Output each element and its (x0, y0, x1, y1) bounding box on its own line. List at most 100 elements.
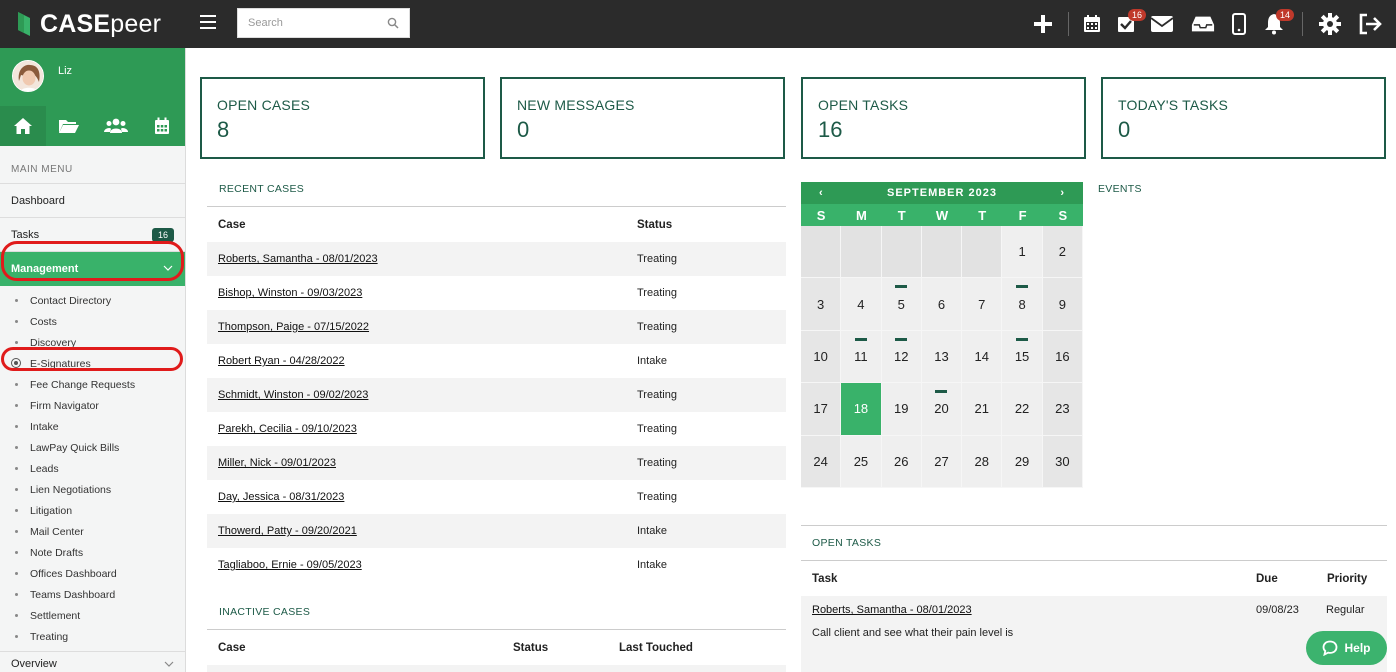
calendar-day[interactable]: 14 (962, 330, 1003, 384)
calendar-day[interactable]: 19 (881, 383, 922, 436)
case-link[interactable]: Parekh, Cecilia - 09/10/2023 (207, 423, 637, 435)
calendar-day[interactable]: 17 (801, 383, 842, 436)
case-status: Treating (637, 389, 677, 401)
calendar-day[interactable]: 26 (881, 435, 922, 488)
calendar-day[interactable]: 15 (1002, 330, 1043, 384)
calendar-day[interactable]: 8 (1002, 278, 1043, 331)
submenu-item-leads[interactable]: Leads (0, 458, 185, 479)
submenu-item-contact-directory[interactable]: Contact Directory (0, 290, 185, 311)
case-status: Treating (637, 287, 677, 299)
calendar-day[interactable]: 1 (1002, 226, 1043, 279)
mobile-icon[interactable] (1227, 12, 1251, 36)
hamburger-menu-icon[interactable] (200, 15, 216, 29)
case-link[interactable]: Bishop, Winston - 09/03/2023 (207, 287, 637, 299)
calendar-day[interactable]: 29 (1002, 435, 1043, 488)
table-row: Roberts, Samantha - 08/01/2023 Treating (207, 242, 786, 276)
column-header-status[interactable]: Status (513, 642, 619, 654)
bell-icon[interactable]: 14 (1262, 9, 1294, 36)
calendar-day[interactable]: 23 (1042, 383, 1083, 436)
gear-icon[interactable] (1318, 12, 1342, 36)
calendar-day[interactable]: 25 (841, 435, 882, 488)
submenu-item-mail-center[interactable]: Mail Center (0, 521, 185, 542)
task-link[interactable]: Roberts, Samantha - 08/01/2023 (812, 604, 972, 616)
sidebar-item-dashboard[interactable]: Dashboard (0, 184, 185, 218)
calendar-day[interactable]: 16 (1042, 330, 1083, 384)
case-link[interactable]: Thompson, Paige - 07/15/2022 (207, 321, 637, 333)
calendar-day[interactable]: 6 (921, 278, 963, 331)
calendar-day[interactable]: 13 (921, 330, 963, 384)
column-header-task[interactable]: Task (801, 573, 1256, 585)
calendar-day[interactable]: 9 (1042, 278, 1083, 331)
submenu-item-fee-change-requests[interactable]: Fee Change Requests (0, 374, 185, 395)
search-icon[interactable] (387, 17, 399, 29)
submenu-item-intake[interactable]: Intake (0, 416, 185, 437)
inbox-icon[interactable] (1191, 12, 1215, 36)
submenu-item-firm-navigator[interactable]: Firm Navigator (0, 395, 185, 416)
column-header-case[interactable]: Case (207, 642, 513, 654)
calendar-nav-icon[interactable] (139, 106, 185, 146)
calendar-day[interactable]: 21 (962, 383, 1003, 436)
search-input[interactable] (238, 9, 378, 37)
case-link[interactable]: Robert Ryan - 04/28/2022 (207, 355, 637, 367)
sidebar-item-overview[interactable]: Overview (0, 651, 185, 672)
folder-icon[interactable] (46, 106, 92, 146)
submenu-item-offices-dashboard[interactable]: Offices Dashboard (0, 563, 185, 584)
submenu-item-teams-dashboard[interactable]: Teams Dashboard (0, 584, 185, 605)
tasks-check-icon[interactable]: 16 (1114, 9, 1146, 36)
case-link[interactable]: Tagliaboo, Ernie - 09/05/2023 (207, 559, 637, 571)
stat-card-open-cases[interactable]: OPEN CASES 8 (200, 77, 485, 159)
calendar-day-number: 20 (934, 401, 949, 417)
stat-card-todays-tasks[interactable]: TODAY'S TASKS 0 (1101, 77, 1386, 159)
case-link[interactable]: Miller, Nick - 09/01/2023 (207, 457, 637, 469)
avatar[interactable] (12, 60, 44, 92)
next-month-button[interactable]: › (1060, 187, 1065, 199)
submenu-item-note-drafts[interactable]: Note Drafts (0, 542, 185, 563)
calendar-day-number: 17 (813, 401, 828, 417)
weekday-label: T (897, 207, 906, 223)
case-link[interactable]: Schmidt, Winston - 09/02/2023 (207, 389, 637, 401)
calendar-day[interactable]: 28 (962, 435, 1003, 488)
case-link[interactable]: Thowerd, Patty - 09/20/2021 (207, 525, 637, 537)
help-button[interactable]: Help (1306, 631, 1387, 665)
column-header-last-touched[interactable]: Last Touched (619, 642, 693, 654)
column-header-priority[interactable]: Priority (1327, 573, 1367, 585)
submenu-item-costs[interactable]: Costs (0, 311, 185, 332)
inactive-cases-title: INACTIVE CASES (219, 606, 311, 618)
submenu-item-lien-negotiations[interactable]: Lien Negotiations (0, 479, 185, 500)
calendar-day[interactable]: 18 (841, 383, 882, 436)
column-header-status[interactable]: Status (637, 219, 672, 231)
plus-icon[interactable] (1031, 12, 1055, 36)
case-link[interactable]: Roberts, Samantha - 08/01/2023 (207, 253, 637, 265)
calendar-day[interactable]: 4 (841, 278, 882, 331)
prev-month-button[interactable]: ‹ (819, 187, 824, 199)
calendar-day[interactable]: 22 (1002, 383, 1043, 436)
calendar-day[interactable]: 7 (962, 278, 1003, 331)
calendar-day[interactable]: 2 (1042, 226, 1083, 279)
calendar-day[interactable]: 12 (881, 330, 922, 384)
submenu-item-lawpay-quick-bills[interactable]: LawPay Quick Bills (0, 437, 185, 458)
calendar-day[interactable]: 5 (881, 278, 922, 331)
calendar-day[interactable]: 20 (921, 383, 963, 436)
casepeer-logo[interactable]: CASEpeer (14, 6, 161, 42)
stat-card-new-messages[interactable]: NEW MESSAGES 0 (500, 77, 785, 159)
calendar-day[interactable]: 11 (841, 330, 882, 384)
stat-card-open-tasks[interactable]: OPEN TASKS 16 (801, 77, 1086, 159)
home-icon[interactable] (0, 106, 47, 146)
notifications-count-badge: 14 (1275, 9, 1294, 21)
calendar-day[interactable]: 3 (801, 278, 842, 331)
calendar-day[interactable]: 10 (801, 330, 842, 384)
users-icon[interactable] (93, 106, 139, 146)
column-header-due[interactable]: Due (1256, 573, 1327, 585)
case-link[interactable]: Day, Jessica - 08/31/2023 (207, 491, 637, 503)
stat-value: 16 (818, 117, 843, 142)
calendar-icon[interactable] (1080, 12, 1104, 36)
calendar-day[interactable]: 30 (1042, 435, 1083, 488)
column-header-case[interactable]: Case (207, 219, 637, 231)
calendar-day[interactable]: 24 (801, 435, 842, 488)
calendar-day[interactable]: 27 (921, 435, 963, 488)
submenu-item-treating[interactable]: Treating (0, 626, 185, 647)
submenu-item-litigation[interactable]: Litigation (0, 500, 185, 521)
logout-icon[interactable] (1358, 12, 1382, 36)
mail-icon[interactable] (1150, 12, 1174, 36)
submenu-item-settlement[interactable]: Settlement (0, 605, 185, 626)
